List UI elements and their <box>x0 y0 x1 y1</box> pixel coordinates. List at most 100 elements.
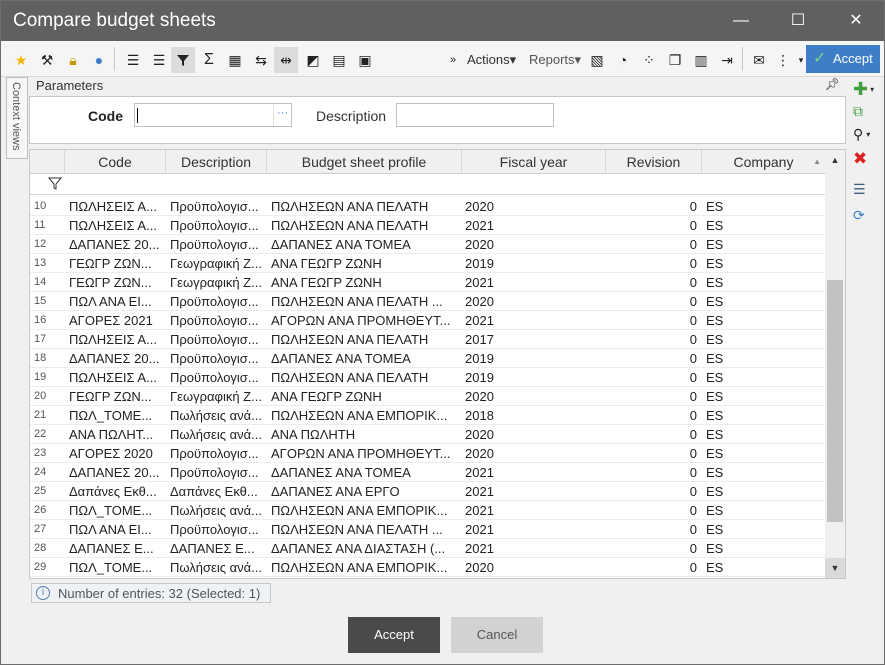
window-title: Compare budget sheets <box>13 10 216 31</box>
contrast-icon[interactable]: ◩ <box>303 50 323 70</box>
row-number-header <box>30 150 65 174</box>
pin-icon[interactable]: 📌︎ <box>825 77 840 91</box>
cancel-button[interactable]: Cancel <box>451 617 543 653</box>
actions-menu[interactable]: Actions▾ <box>467 52 516 68</box>
cell-fiscal-year: 2017 <box>465 332 494 347</box>
funnel-icon <box>47 177 63 193</box>
table-row[interactable]: 18 ΔΑΠΑΝΕΣ 20... Προϋπολογισ... ΔΑΠΑΝΕΣ ΑΝΑ… <box>30 349 825 368</box>
scroll-up-icon[interactable]: ▲ <box>825 150 845 170</box>
export-icon[interactable]: ⇆ <box>251 50 271 70</box>
scroll-thumb[interactable] <box>827 280 843 522</box>
cell-fiscal-year: 2018 <box>465 408 494 423</box>
column-header-revision[interactable]: Revision <box>606 150 702 174</box>
cell-company: ES <box>706 446 724 461</box>
reports-menu[interactable]: Reports▾ <box>529 52 581 68</box>
tools-icon[interactable]: ⚒ <box>37 50 57 70</box>
table-calc-icon[interactable]: ▦ <box>225 50 245 70</box>
lookup-button[interactable]: ··· <box>273 104 291 126</box>
table-row[interactable]: 29 ΠΩΛ_ΤΟΜΕ... Πωλήσεις ανά... ΠΩΛΗΣΕΩΝ ΑΝΑ… <box>30 558 825 577</box>
overflow-icon[interactable]: » <box>443 50 463 70</box>
code-field[interactable]: ··· <box>134 103 292 127</box>
scroll-down-icon[interactable]: ▼ <box>825 558 845 578</box>
scatter-icon[interactable]: ⁘ <box>639 50 659 70</box>
cell-fiscal-year: 2021 <box>465 541 494 556</box>
table-row[interactable]: 22 ΑΝΑ ΠΩΛΗΤ... Πωλήσεις ανά... ΑΝΑ ΠΩΛΗΤΗ 2… <box>30 425 825 444</box>
export-file-icon[interactable]: ⇥ <box>717 50 737 70</box>
toolbar-separator <box>114 47 115 71</box>
grid-header: Code Description Budget sheet profile Fi… <box>30 150 825 174</box>
chart-icon[interactable]: ◔ <box>613 50 633 70</box>
column-header-description[interactable]: Description <box>166 150 267 174</box>
filter-row[interactable] <box>30 174 825 195</box>
cell-description: Προϋπολογισ... <box>170 522 259 537</box>
accept-button[interactable]: Accept <box>348 617 440 653</box>
description-field[interactable] <box>396 103 554 127</box>
table-row[interactable]: 11 ΠΩΛΗΣΕΙΣ Α... Προϋπολογισ... ΠΩΛΗΣΕΩΝ ΑΝ… <box>30 216 825 235</box>
toolbar: ★ ⚒ 🔒︎ ● ☰ ☰ Σ ▦ ⇆ ⇹ ◩ ▤ ▣ » Actions▾ Re… <box>1 41 884 77</box>
refresh-icon[interactable]: ⟳ <box>853 205 879 225</box>
calculator-icon[interactable]: ▤ <box>329 50 349 70</box>
table-row[interactable]: 23 ΑΓΟΡΕΣ 2020 Προϋπολογισ... ΑΓΟΡΩΝ ΑΝΑ ΠΡ… <box>30 444 825 463</box>
column-header-budget-sheet-profile[interactable]: Budget sheet profile <box>267 150 462 174</box>
table-row[interactable]: 10 ΠΩΛΗΣΕΙΣ Α... Προϋπολογισ... ΠΩΛΗΣΕΩΝ ΑΝ… <box>30 197 825 216</box>
table-row[interactable]: 13 ΓΕΩΓΡ ΖΩΝ... Γεωγραφική Ζ... ΑΝΑ ΓΕΩΓΡ Ζ… <box>30 254 825 273</box>
cell-company: ES <box>706 294 724 309</box>
search-icon[interactable]: ⚲ ▾ <box>853 124 879 144</box>
resize-icon[interactable]: ⇹ <box>274 47 298 73</box>
row-number: 29 <box>34 561 47 573</box>
cell-revision: 0 <box>689 484 697 499</box>
row-number: 25 <box>34 485 47 497</box>
excel-icon[interactable]: ▥ <box>691 50 711 70</box>
minimize-button[interactable]: — <box>728 9 754 33</box>
table-row[interactable]: 20 ΓΕΩΓΡ ΖΩΝ... Γεωγραφική Ζ... ΑΝΑ ΓΕΩΓΡ Ζ… <box>30 387 825 406</box>
close-button[interactable]: ✕ <box>843 9 869 33</box>
lock-icon[interactable]: 🔒︎ <box>63 50 83 70</box>
cell-profile: ΑΝΑ ΠΩΛΗΤΗ <box>271 427 356 442</box>
table-row[interactable]: 27 ΠΩΛ ΑΝΑ ΕΙ... Προϋπολογισ... ΠΩΛΗΣΕΩΝ ΑΝ… <box>30 520 825 539</box>
cell-fiscal-year: 2021 <box>465 465 494 480</box>
cell-description: Πωλήσεις ανά... <box>170 427 262 442</box>
row-number: 10 <box>34 200 47 212</box>
add-icon[interactable]: ✚ ▾ <box>853 79 879 99</box>
list-check-icon[interactable]: ☰ <box>853 179 879 199</box>
cell-revision: 0 <box>689 560 697 575</box>
table-row[interactable]: 24 ΔΑΠΑΝΕΣ 20... Προϋπολογισ... ΔΑΠΑΝΕΣ ΑΝΑ… <box>30 463 825 482</box>
copy-icon[interactable]: ❐ <box>665 50 685 70</box>
column-header-code[interactable]: Code <box>65 150 166 174</box>
cell-profile: ΔΑΠΑΝΕΣ ΑΝΑ ΕΡΓΟ <box>271 484 400 499</box>
column-header-company[interactable]: Company ▲ <box>702 150 825 174</box>
table-row[interactable]: 12 ΔΑΠΑΝΕΣ 20... Προϋπολογισ... ΔΑΠΑΝΕΣ ΑΝΑ… <box>30 235 825 254</box>
row-number: 22 <box>34 428 47 440</box>
cell-description: Προϋπολογισ... <box>170 199 259 214</box>
save-icon[interactable]: ▣ <box>355 50 375 70</box>
envelope-icon[interactable]: ✉ <box>749 50 769 70</box>
table-row[interactable]: 15 ΠΩΛ ΑΝΑ ΕΙ... Προϋπολογισ... ΠΩΛΗΣΕΩΝ ΑΝ… <box>30 292 825 311</box>
star-icon[interactable]: ★ <box>11 50 31 70</box>
row-number: 20 <box>34 390 47 402</box>
table-row[interactable]: 26 ΠΩΛ_ΤΟΜΕ... Πωλήσεις ανά... ΠΩΛΗΣΕΩΝ ΑΝΑ… <box>30 501 825 520</box>
table-row[interactable]: 21 ΠΩΛ_ΤΟΜΕ... Πωλήσεις ανά... ΠΩΛΗΣΕΩΝ ΑΝΑ… <box>30 406 825 425</box>
table-row[interactable]: 19 ΠΩΛΗΣΕΙΣ Α... Προϋπολογισ... ΠΩΛΗΣΕΩΝ ΑΝ… <box>30 368 825 387</box>
column-header-fiscal-year[interactable]: Fiscal year <box>462 150 606 174</box>
accept-toolbar-button[interactable]: ✓ Accept <box>806 45 880 73</box>
table-row[interactable]: 16 ΑΓΟΡΕΣ 2021 Προϋπολογισ... ΑΓΟΡΩΝ ΑΝΑ ΠΡ… <box>30 311 825 330</box>
indent-icon[interactable]: ☰ <box>149 50 169 70</box>
table-row[interactable]: 28 ΔΑΠΑΝΕΣ Ε... ΔΑΠΑΝΕΣ Ε... ΔΑΠΑΝΕΣ ΑΝΑ ΔΙ… <box>30 539 825 558</box>
cell-description: Προϋπολογισ... <box>170 332 259 347</box>
maximize-button[interactable]: ☐ <box>785 9 811 33</box>
add-copy-icon[interactable]: ⧉ <box>853 101 879 121</box>
context-views-tab[interactable]: Context views <box>6 77 28 159</box>
table-row[interactable]: 25 Δαπάνες Εκθ... Δαπάνες Εκθ... ΔΑΠΑΝΕΣ ΑΝ… <box>30 482 825 501</box>
delete-icon[interactable]: ✖ <box>853 149 879 169</box>
outdent-icon[interactable]: ☰ <box>123 50 143 70</box>
sigma-icon[interactable]: Σ <box>199 50 219 70</box>
report-icon[interactable]: ▧ <box>587 50 607 70</box>
filter-icon[interactable] <box>171 47 195 73</box>
table-row[interactable]: 14 ΓΕΩΓΡ ΖΩΝ... Γεωγραφική Ζ... ΑΝΑ ΓΕΩΓΡ Ζ… <box>30 273 825 292</box>
cell-revision: 0 <box>689 275 697 290</box>
cell-profile: ΠΩΛΗΣΕΩΝ ΑΝΑ ΠΕΛΑΤΗ <box>271 218 429 233</box>
lightbulb-icon[interactable]: ● <box>89 50 109 70</box>
table-row[interactable]: 17 ΠΩΛΗΣΕΙΣ Α... Προϋπολογισ... ΠΩΛΗΣΕΩΝ ΑΝ… <box>30 330 825 349</box>
vertical-scrollbar[interactable]: ▲ ▼ <box>825 150 845 578</box>
more-vert-icon[interactable]: ⋮ <box>773 50 793 70</box>
